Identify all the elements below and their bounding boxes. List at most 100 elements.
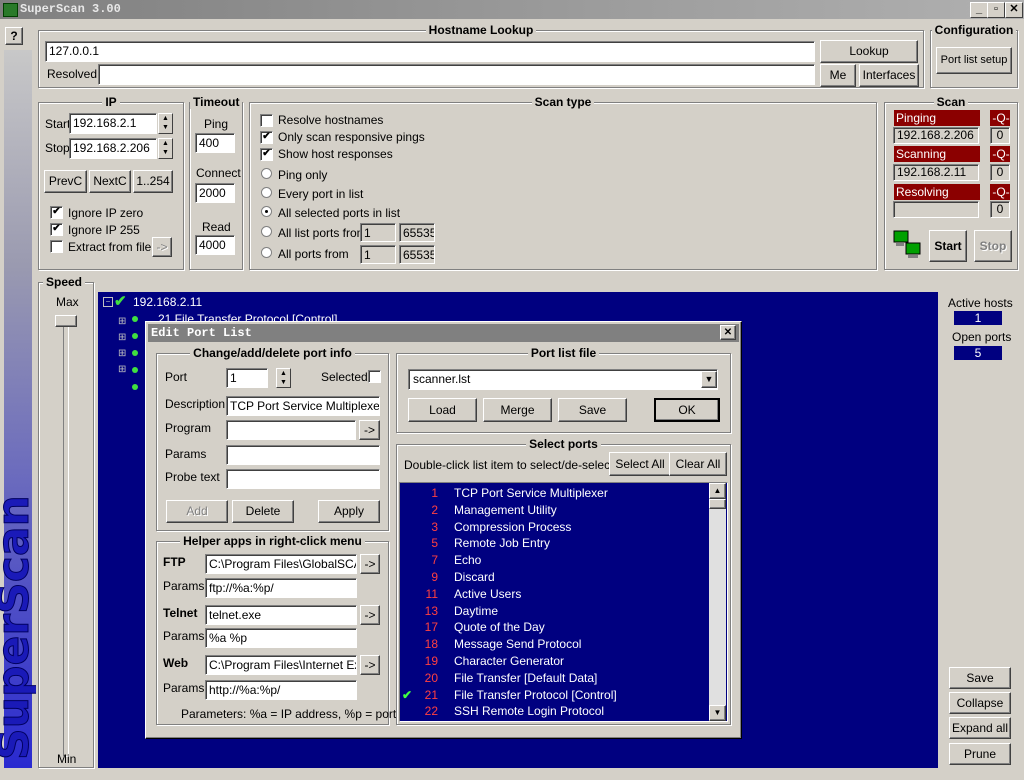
interfaces-button[interactable]: Interfaces	[859, 64, 919, 87]
extract-browse-button[interactable]: ->	[152, 237, 172, 257]
web-browse-button[interactable]: ->	[360, 655, 380, 675]
extract-checkbox[interactable]	[50, 240, 63, 253]
save-port-file-button[interactable]: Save	[558, 398, 627, 422]
stop-button[interactable]: Stop	[974, 230, 1012, 262]
ports-to-input[interactable]: 65535	[399, 245, 435, 264]
apply-port-button[interactable]: Apply	[318, 500, 380, 523]
ignore-zero-checkbox[interactable]: ✔	[50, 206, 63, 219]
ports-from-input[interactable]: 1	[360, 245, 396, 264]
load-button[interactable]: Load	[408, 398, 477, 422]
web-params-input[interactable]: http://%a:%p/	[205, 680, 357, 700]
program-input[interactable]	[226, 420, 356, 440]
params-input[interactable]	[226, 445, 380, 465]
program-browse-button[interactable]: ->	[359, 420, 380, 440]
save-results-button[interactable]: Save	[949, 667, 1011, 689]
prevc-button[interactable]: PrevC	[44, 170, 87, 193]
port-input[interactable]: 1	[226, 368, 268, 388]
port-list-item[interactable]: 2 Management Utility	[400, 502, 706, 519]
tree-root-host[interactable]: 192.168.2.11	[133, 295, 202, 309]
ftp-params-input[interactable]: ftp://%a:%p/	[205, 578, 357, 598]
dialog-close-button[interactable]: ✕	[720, 325, 736, 340]
collapse-all-button[interactable]: Collapse all	[949, 692, 1011, 730]
speed-slider-thumb[interactable]	[55, 315, 77, 327]
tree-expander[interactable]: −	[103, 297, 113, 307]
restore-button[interactable]: ▫	[987, 2, 1005, 18]
port-list-item[interactable]: ✔ 21 File Transfer Protocol [Control]	[400, 687, 706, 704]
program-label: Program	[165, 421, 212, 435]
range-button[interactable]: 1..254	[133, 170, 173, 193]
stop-ip-spinner[interactable]: ▲ ▼	[158, 138, 173, 159]
me-button[interactable]: Me	[820, 64, 856, 87]
resolved-field[interactable]	[98, 64, 815, 85]
responsive-pings-checkbox[interactable]: ✔	[260, 131, 273, 144]
scroll-thumb[interactable]	[709, 499, 726, 509]
select-all-button[interactable]: Select All	[609, 452, 671, 476]
add-port-button[interactable]: Add	[166, 500, 228, 523]
ping-only-radio[interactable]	[261, 168, 272, 179]
ports-list-scrollbar[interactable]: ▲ ▼	[709, 483, 726, 721]
clear-all-button[interactable]: Clear All	[669, 452, 727, 476]
port-list-item[interactable]: 20 File Transfer [Default Data]	[400, 670, 706, 687]
start-ip-input[interactable]: 192.168.2.1	[69, 113, 157, 134]
close-button[interactable]: ✕	[1005, 2, 1023, 18]
connect-timeout-input[interactable]: 2000	[195, 183, 235, 203]
port-spinner[interactable]: ▲ ▼	[276, 368, 291, 388]
every-port-radio[interactable]	[261, 187, 272, 198]
ping-timeout-input[interactable]: 400	[195, 133, 235, 153]
merge-button[interactable]: Merge	[483, 398, 552, 422]
probe-text-input[interactable]	[226, 469, 380, 489]
port-list-item[interactable]: 9 Discard	[400, 569, 706, 586]
port-file-select[interactable]: scanner.lst	[408, 369, 718, 390]
port-list-item[interactable]: 19 Character Generator	[400, 653, 706, 670]
minimize-button[interactable]: _	[970, 2, 988, 18]
telnet-browse-button[interactable]: ->	[360, 605, 380, 625]
list-from-input[interactable]: 1	[360, 223, 396, 242]
scroll-down-button[interactable]: ▼	[709, 705, 726, 721]
pinging-q: -Q-	[990, 110, 1010, 126]
port-description: Message Send Protocol	[454, 637, 582, 652]
telnet-path-input[interactable]: telnet.exe	[205, 605, 357, 625]
port-list-item[interactable]: 18 Message Send Protocol	[400, 636, 706, 653]
port-list-item[interactable]: 5 Remote Job Entry	[400, 535, 706, 552]
start-ip-spinner[interactable]: ▲ ▼	[158, 113, 173, 134]
port-list-item[interactable]: 13 Daytime	[400, 603, 706, 620]
delete-port-button[interactable]: Delete	[232, 500, 294, 523]
port-number: 18	[424, 637, 438, 652]
all-ports-radio[interactable]	[261, 247, 272, 258]
telnet-params-input[interactable]: %a %p	[205, 628, 357, 648]
all-selected-radio[interactable]	[261, 206, 272, 217]
start-button[interactable]: Start	[929, 230, 967, 262]
ignore-255-label: Ignore IP 255	[68, 223, 140, 237]
port-list-item[interactable]: 22 SSH Remote Login Protocol	[400, 703, 706, 720]
port-list-item[interactable]: 7 Echo	[400, 552, 706, 569]
ftp-path-input[interactable]: C:\Program Files\GlobalSCAPE	[205, 554, 357, 574]
expand-all-button[interactable]: Expand all	[949, 717, 1011, 739]
nextc-button[interactable]: NextC	[89, 170, 131, 193]
resolve-hostnames-checkbox[interactable]	[260, 114, 273, 127]
select-hint: Double-click list item to select/de-sele…	[404, 458, 614, 472]
ignore-255-checkbox[interactable]: ✔	[50, 223, 63, 236]
port-list-item[interactable]: 3 Compression Process	[400, 519, 706, 536]
description-input[interactable]: TCP Port Service Multiplexer	[226, 396, 380, 416]
web-path-input[interactable]: C:\Program Files\Internet Explc	[205, 655, 357, 675]
port-list-setup-button[interactable]: Port list setup	[936, 47, 1012, 74]
host-responses-checkbox[interactable]: ✔	[260, 148, 273, 161]
help-button[interactable]: ?	[5, 27, 23, 45]
port-list-item[interactable]: 17 Quote of the Day	[400, 619, 706, 636]
selected-checkbox[interactable]	[368, 370, 381, 383]
port-file-dropdown-icon[interactable]: ▼	[701, 371, 717, 388]
all-list-ports-radio[interactable]	[261, 226, 272, 237]
host-input[interactable]: 127.0.0.1	[45, 41, 815, 62]
ok-button[interactable]: OK	[654, 398, 720, 422]
ftp-browse-button[interactable]: ->	[360, 554, 380, 574]
ports-list[interactable]: 1 TCP Port Service Multiplexer 2 Management…	[399, 482, 728, 722]
scroll-up-button[interactable]: ▲	[709, 483, 726, 499]
port-list-item[interactable]: 1 TCP Port Service Multiplexer	[400, 485, 706, 502]
probe-text-label: Probe text	[165, 470, 220, 484]
stop-ip-input[interactable]: 192.168.2.206	[69, 138, 157, 159]
prune-button[interactable]: Prune	[949, 743, 1011, 765]
list-to-input[interactable]: 65535	[399, 223, 435, 242]
lookup-button[interactable]: Lookup	[820, 40, 918, 63]
port-list-item[interactable]: 11 Active Users	[400, 586, 706, 603]
read-timeout-input[interactable]: 4000	[195, 235, 235, 255]
